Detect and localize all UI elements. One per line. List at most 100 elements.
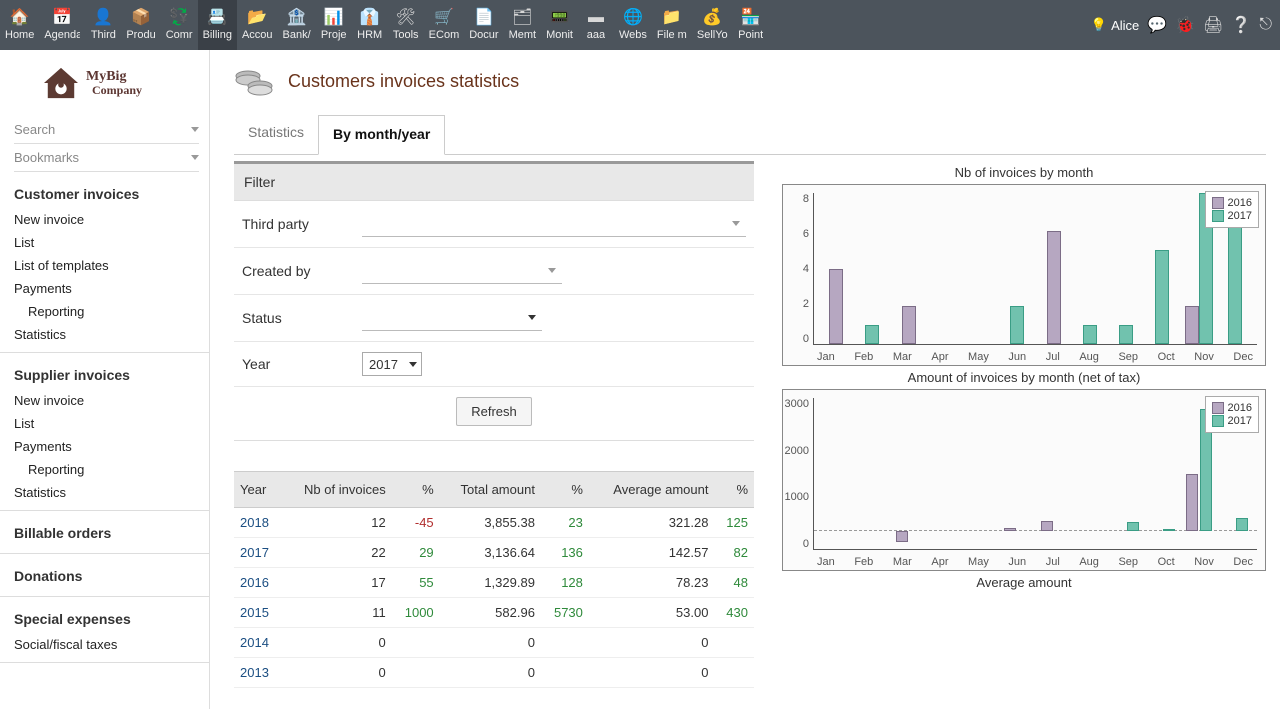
filter-createdby-select[interactable] <box>362 258 562 284</box>
chart2-title: Amount of invoices by month (net of tax) <box>782 370 1266 385</box>
table-row: 2017 22 29 3,136.64 136 142.57 82 <box>234 538 754 568</box>
sidebar-link[interactable]: List <box>14 231 199 254</box>
nav-tab-monit[interactable]: 📟Monit <box>541 0 578 50</box>
sidebar-link[interactable]: List of templates <box>14 254 199 277</box>
chart3-title: Average amount <box>782 575 1266 590</box>
sidebar-heading[interactable]: Supplier invoices <box>14 367 199 389</box>
nav-tab-third[interactable]: 👤Third <box>85 0 121 50</box>
sidebar-link[interactable]: Reporting <box>14 458 199 481</box>
bookmarks-section[interactable]: Bookmarks <box>14 144 199 172</box>
nav-tab-ecom[interactable]: 🛒ECom <box>424 0 465 50</box>
nav-icon: 📦 <box>131 10 151 26</box>
cell-pct-avg <box>714 628 754 658</box>
nav-icon: 🛠 <box>396 10 416 26</box>
bar-2016 <box>902 306 916 344</box>
nav-tab-point[interactable]: 🏪Point <box>733 0 769 50</box>
cell-year[interactable]: 2018 <box>234 508 282 538</box>
search-section[interactable]: Search <box>14 116 199 144</box>
nav-tab-docur[interactable]: 📄Docur <box>464 0 503 50</box>
cell-year[interactable]: 2015 <box>234 598 282 628</box>
nav-tab-home[interactable]: 🏠Home <box>0 0 39 50</box>
bug-icon[interactable]: 🐞 <box>1175 15 1195 35</box>
cell-year[interactable]: 2016 <box>234 568 282 598</box>
filter-status-select[interactable] <box>362 305 542 331</box>
nav-tab-hrm[interactable]: 👔HRM <box>352 0 388 50</box>
nav-tab-webs[interactable]: 🌐Webs <box>614 0 652 50</box>
bar-group <box>966 398 996 549</box>
cell-avg: 0 <box>589 628 715 658</box>
nav-label: Agenda <box>44 29 80 41</box>
nav-tab-agenda[interactable]: 📅Agenda <box>39 0 85 50</box>
cell-pct-avg: 82 <box>714 538 754 568</box>
nav-label: Produ <box>126 29 155 41</box>
nav-tab-sellyo[interactable]: 💰SellYo <box>692 0 733 50</box>
nav-tab-memt[interactable]: 🗂Memt <box>504 0 542 50</box>
cell-amount: 0 <box>440 628 541 658</box>
nav-tab-file m[interactable]: 📁File m <box>652 0 692 50</box>
filter-thirdparty-select[interactable] <box>362 211 746 237</box>
nav-tab-aaa[interactable]: ▬aaa <box>578 0 614 50</box>
nav-icon: 📊 <box>324 10 344 26</box>
tab-statistics[interactable]: Statistics <box>234 114 318 154</box>
cell-avg: 53.00 <box>589 598 715 628</box>
sidebar-link[interactable]: Statistics <box>14 323 199 346</box>
cell-year[interactable]: 2013 <box>234 658 282 688</box>
y-tick: 1000 <box>783 491 811 503</box>
bar-group <box>1039 193 1069 344</box>
nav-label: Point <box>738 29 763 41</box>
chevron-down-icon <box>191 127 199 132</box>
nav-label: Memt <box>509 29 537 41</box>
table-header: Nb of invoices <box>282 472 392 508</box>
bar-2016 <box>896 531 908 542</box>
search-label: Search <box>14 122 55 137</box>
sidebar-link[interactable]: New invoice <box>14 208 199 231</box>
logout-icon[interactable]: ⎋ <box>1259 16 1272 34</box>
top-nav: 🏠Home📅Agenda👤Third 📦 Produ 💱Comr📇Billing📂Ac… <box>0 0 1280 50</box>
bulb-icon: 💡 <box>1091 17 1107 33</box>
bar-2017 <box>865 325 879 344</box>
sidebar-heading[interactable]: Customer invoices <box>14 186 199 208</box>
sidebar-heading[interactable]: Billable orders <box>14 525 199 547</box>
sidebar-link[interactable]: List <box>14 412 199 435</box>
tab-by-month-year[interactable]: By month/year <box>318 115 445 155</box>
nav-tab-comr[interactable]: 💱Comr <box>161 0 198 50</box>
user-menu[interactable]: 💡 Alice <box>1091 17 1139 33</box>
nav-tab-billing[interactable]: 📇Billing <box>198 0 237 50</box>
user-name: Alice <box>1111 18 1139 33</box>
bar-2017 <box>1127 522 1139 531</box>
y-tick: 2000 <box>783 445 811 457</box>
sidebar-heading[interactable]: Special expenses <box>14 611 199 633</box>
cell-amount: 3,136.64 <box>440 538 541 568</box>
y-tick: 2 <box>783 298 811 310</box>
sidebar-heading[interactable]: Donations <box>14 568 199 590</box>
cell-nb: 17 <box>282 568 392 598</box>
sidebar-link[interactable]: Social/fiscal taxes <box>14 633 199 656</box>
cell-year[interactable]: 2017 <box>234 538 282 568</box>
nav-tab-accou[interactable]: 📂Accou <box>237 0 278 50</box>
nav-label: SellYo <box>697 29 728 41</box>
bar-group <box>894 193 924 344</box>
sidebar-link[interactable]: Reporting <box>14 300 199 323</box>
sidebar-link[interactable]: New invoice <box>14 389 199 412</box>
sidebar-link[interactable]: Payments <box>14 277 199 300</box>
print-icon[interactable]: 🖨 <box>1203 15 1223 35</box>
cell-year[interactable]: 2014 <box>234 628 282 658</box>
refresh-button[interactable]: Refresh <box>456 397 532 426</box>
table-header: % <box>541 472 589 508</box>
x-tick: May <box>968 556 989 568</box>
table-row: 2016 17 55 1,329.89 128 78.23 48 <box>234 568 754 598</box>
x-tick: Jan <box>817 351 835 363</box>
nav-tab-tools[interactable]: 🛠Tools <box>388 0 424 50</box>
nav-tab-proje[interactable]: 📊Proje <box>316 0 352 50</box>
chat-icon[interactable]: 💬 <box>1147 15 1167 35</box>
x-tick: Nov <box>1194 351 1214 363</box>
sidebar-link[interactable]: Statistics <box>14 481 199 504</box>
help-icon[interactable]: ❔ <box>1231 15 1251 35</box>
chevron-down-icon <box>409 362 417 367</box>
filter-year-select[interactable]: 2017 <box>362 352 422 376</box>
sidebar-link[interactable]: Payments <box>14 435 199 458</box>
filter-thirdparty-label: Third party <box>242 216 362 232</box>
nav-tab-produ[interactable]: 📦 Produ <box>121 0 160 50</box>
nav-tab-bank/[interactable]: 🏦Bank/ <box>278 0 316 50</box>
legend-2016: 2016 <box>1228 197 1252 209</box>
